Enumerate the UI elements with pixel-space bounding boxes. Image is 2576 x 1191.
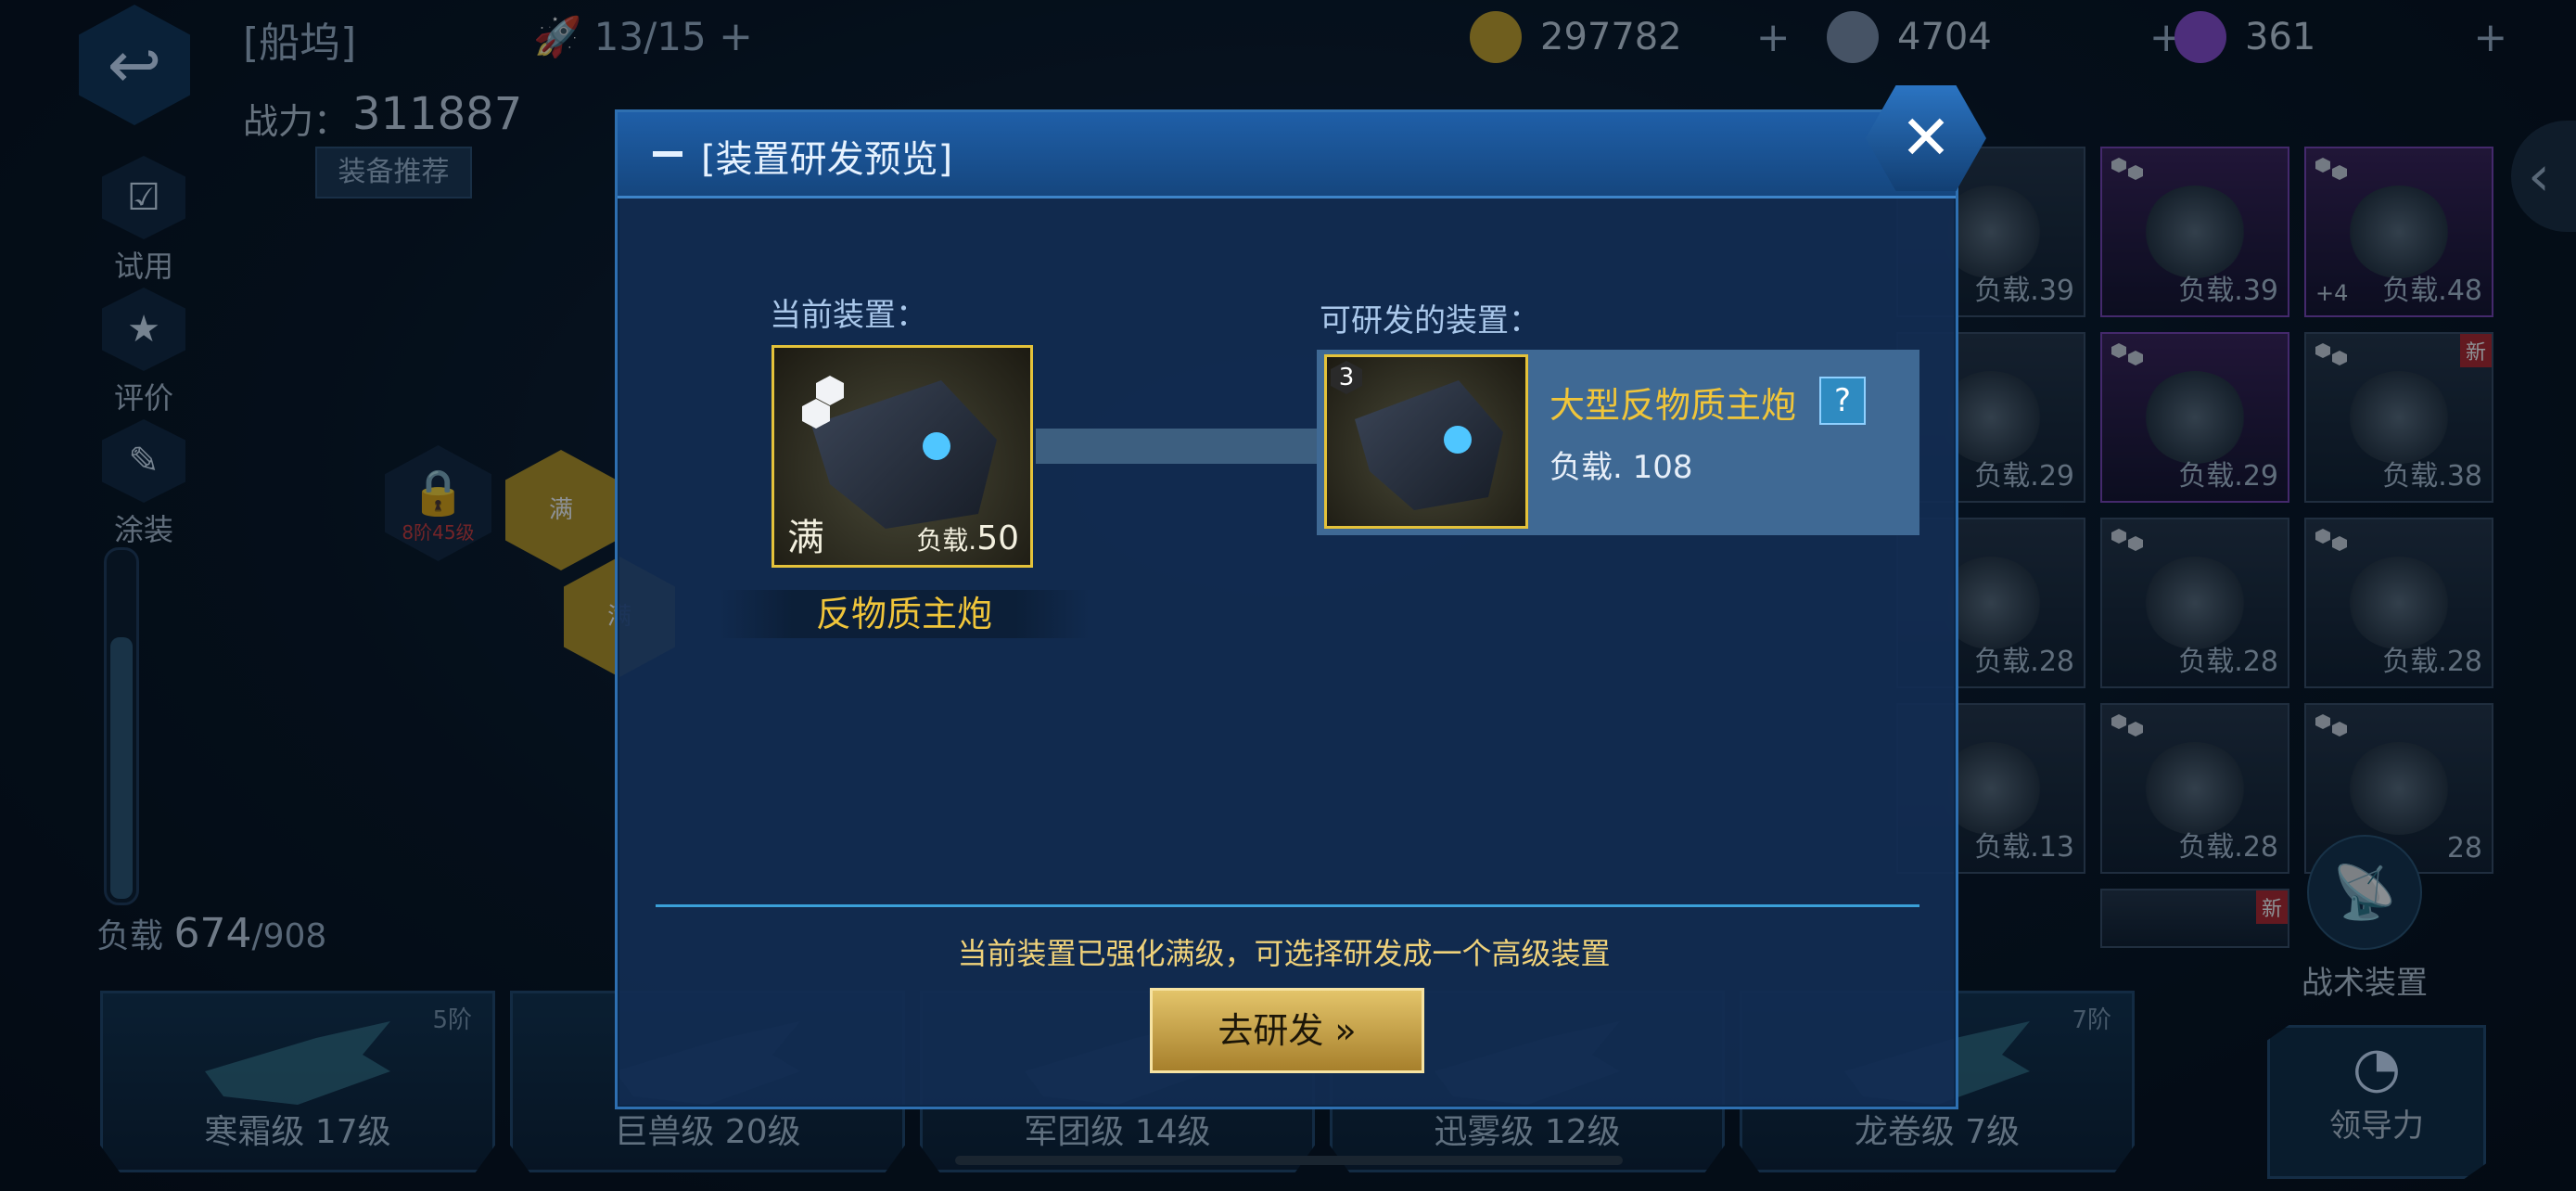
current-device-load: 负载.50: [916, 519, 1019, 557]
grade-badge: 3: [1331, 361, 1362, 394]
divider: [656, 904, 1919, 907]
cannon-art: [811, 380, 997, 529]
heavy-cannon-art: [1355, 380, 1503, 510]
current-device-label: 当前装置：: [770, 297, 927, 334]
rank-dot-icon: [816, 376, 844, 405]
max-level-badge: 满: [787, 517, 824, 559]
dialog-header: [装置研发预览]: [618, 112, 1956, 198]
help-button[interactable]: ?: [1819, 377, 1866, 425]
collapse-icon: [653, 151, 682, 157]
close-icon: ✕: [1900, 102, 1952, 173]
current-device-card[interactable]: 满 负载.50: [772, 345, 1033, 568]
researchable-device-card[interactable]: 3: [1324, 354, 1528, 529]
load-value: 50: [976, 519, 1019, 557]
researchable-device-label: 可研发的装置：: [1320, 302, 1540, 339]
dialog-title: [装置研发预览]: [701, 138, 953, 181]
upgrade-connector: [1036, 429, 1323, 464]
current-device-name: 反物质主炮: [719, 590, 1090, 638]
upgrade-tip: 当前装置已强化满级，可选择研发成一个高级装置: [957, 936, 1611, 971]
researchable-device-load: 负载. 108: [1549, 449, 1693, 486]
load-label: 负载.: [916, 525, 977, 556]
go-research-button[interactable]: 去研发 »: [1150, 988, 1424, 1073]
researchable-device-name: 大型反物质主炮: [1549, 385, 1797, 426]
